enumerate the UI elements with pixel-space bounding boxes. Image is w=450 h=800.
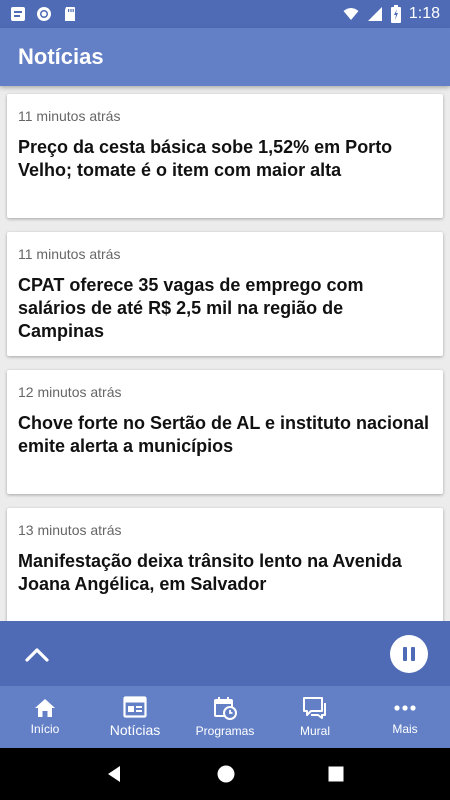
wifi-icon	[343, 8, 359, 20]
chat-icon	[303, 697, 326, 719]
page-title: Notícias	[18, 44, 104, 69]
pause-icon	[403, 646, 415, 661]
news-card[interactable]: 11 minutos atrás CPAT oferece 35 vagas d…	[7, 232, 443, 356]
sd-card-icon	[65, 7, 75, 21]
status-left	[10, 6, 78, 22]
news-card[interactable]: 13 minutos atrás Manifestação deixa trân…	[7, 508, 443, 621]
nav-label: Mural	[299, 724, 330, 738]
battery-icon	[390, 5, 401, 23]
nav-item-noticias[interactable]: Notícias	[90, 686, 180, 748]
system-nav-bar	[0, 748, 450, 800]
nav-label: Programas	[195, 724, 255, 738]
news-icon	[123, 696, 147, 718]
nav-label: Notícias	[109, 722, 161, 738]
news-time: 11 minutos atrás	[18, 246, 121, 262]
status-right: 1:18	[343, 5, 440, 23]
recents-icon[interactable]	[327, 765, 345, 783]
news-list[interactable]: 11 minutos atrás Preço da cesta básica s…	[0, 86, 450, 621]
back-icon[interactable]	[105, 764, 125, 784]
nav-item-mais[interactable]: Mais	[360, 686, 450, 748]
news-title: CPAT oferece 35 vagas de emprego com sal…	[18, 275, 364, 341]
news-title: Chove forte no Sertão de AL e instituto …	[18, 413, 430, 456]
status-time: 1:18	[408, 5, 440, 22]
chevron-up-icon[interactable]	[24, 645, 50, 663]
news-time: 13 minutos atrás	[18, 522, 122, 538]
calendar-clock-icon	[214, 697, 237, 720]
news-title: Manifestação deixa trânsito lento na Ave…	[18, 551, 402, 594]
more-icon	[394, 705, 416, 711]
notification-icon	[11, 7, 25, 21]
nav-label: Início	[30, 722, 60, 736]
news-time: 12 minutos atrás	[18, 384, 122, 400]
news-time: 11 minutos atrás	[18, 108, 121, 124]
news-card[interactable]: 11 minutos atrás Preço da cesta básica s…	[7, 94, 443, 218]
nav-label: Mais	[392, 722, 418, 736]
pause-button[interactable]	[390, 634, 428, 673]
signal-icon	[367, 7, 382, 21]
app-bar: Notícias	[0, 28, 450, 86]
home-icon	[35, 699, 55, 717]
news-card[interactable]: 12 minutos atrás Chove forte no Sertão d…	[7, 370, 443, 494]
nav-item-programas[interactable]: Programas	[180, 686, 270, 748]
nav-item-mural[interactable]: Mural	[270, 686, 360, 748]
status-bar: 1:18	[0, 0, 450, 28]
record-icon	[37, 7, 51, 21]
player-bar	[0, 621, 450, 686]
nav-item-inicio[interactable]: Início	[0, 686, 90, 748]
home-circle-icon[interactable]	[216, 764, 236, 784]
bottom-nav: Início Notícias Programas Mural Mais	[0, 686, 450, 748]
news-title: Preço da cesta básica sobe 1,52% em Port…	[18, 137, 393, 180]
